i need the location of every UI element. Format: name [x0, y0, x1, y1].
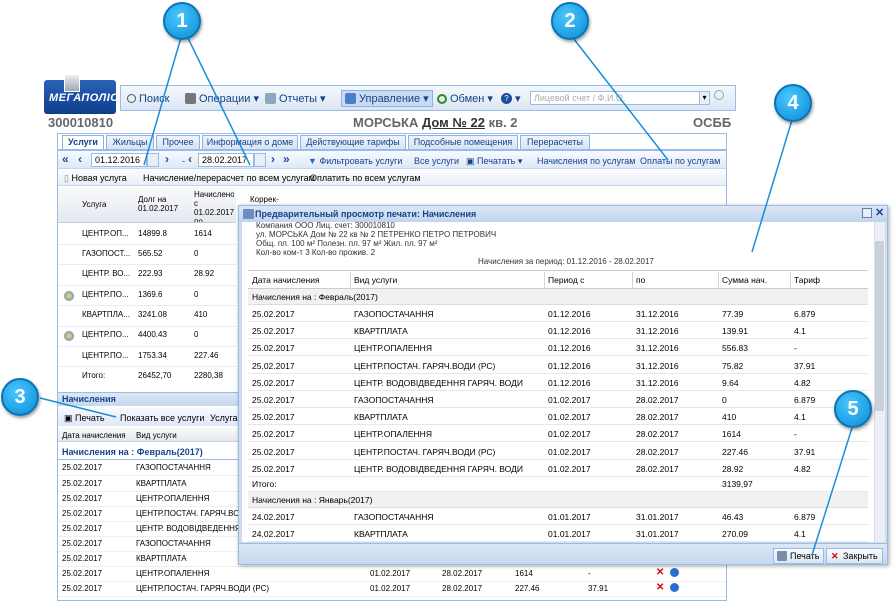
reports-icon	[265, 93, 276, 104]
tab-recalculations[interactable]: Перерасчеты	[520, 135, 590, 149]
tab-residents[interactable]: Жильцы	[106, 135, 154, 149]
address-title: МОРСЬКА Дом № 22 кв. 2	[353, 115, 518, 130]
filter-services-button[interactable]: ▼ Фильтровать услуги	[308, 156, 402, 166]
calendar-to-icon[interactable]	[254, 153, 266, 167]
table-row: 25.02.2017 ГАЗОПОСТАЧАННЯ 01.12.2016 31.12.…	[248, 305, 868, 322]
tab-house-info[interactable]: Информация о доме	[202, 135, 298, 149]
table-row: 25.02.2017 КВАРТПЛАТА 01.02.2017 28.02.2017…	[248, 408, 868, 426]
all-services-button[interactable]: Все услуги	[414, 156, 459, 166]
help-icon: ?	[501, 93, 512, 104]
building-icon	[64, 74, 80, 92]
services-grid-header: Услуга Долг на 01.02.2017 Начислено с 01…	[58, 187, 236, 223]
meter-icon	[64, 291, 74, 301]
document-icon: ▯	[64, 173, 69, 183]
preview-total-row: Итого: 3139,97	[248, 475, 868, 492]
table-row[interactable]: 25.02.2017 ЦЕНТР.ПОСТАЧ. ГАРЯЧ.ВОДИ (РС) 0…	[58, 582, 726, 597]
first-page-icon[interactable]: «	[62, 152, 69, 166]
info-icon[interactable]	[670, 568, 679, 577]
callout-2: 2	[551, 2, 589, 40]
prev-icon[interactable]: ‹	[78, 152, 82, 166]
tab-tariffs[interactable]: Действующие тарифы	[300, 135, 406, 149]
show-all-services-button[interactable]: Показать все услуги	[120, 413, 204, 423]
preview-print-button[interactable]: Печать	[773, 548, 825, 564]
close-icon[interactable]: ✕	[875, 206, 884, 219]
search-dropdown-arrow[interactable]: ▾	[699, 91, 710, 105]
table-row: 24.02.2017 КВАРТПЛАТА 01.01.2017 31.01.2017…	[248, 525, 868, 543]
close-icon: ✕	[831, 551, 839, 561]
search-go-icon[interactable]	[714, 90, 724, 100]
operations-menu[interactable]: Операции ▾	[185, 91, 259, 106]
printer-icon	[777, 551, 787, 561]
preview-group-row: Начисления на : Январь(2017)	[248, 492, 868, 508]
callout-3: 3	[1, 378, 39, 416]
charges-by-service-button[interactable]: Начисления по услугам	[537, 156, 635, 166]
next-icon-2[interactable]: ›	[271, 152, 275, 166]
date-to-input[interactable]: 28.02.2017	[198, 153, 254, 167]
new-service-button[interactable]: ▯ Новая услуга	[64, 173, 127, 184]
house-link[interactable]: Дом № 22	[422, 115, 485, 130]
operations-icon	[185, 93, 196, 104]
meter-icon	[64, 331, 74, 341]
tools-icon	[345, 93, 356, 104]
preview-group-row: Начисления на : Февраль(2017)	[248, 289, 868, 305]
delete-icon[interactable]: ✕	[656, 567, 664, 578]
charges-print-button[interactable]: ▣ Печать	[64, 413, 105, 424]
app-logo: МЕГАПОЛІС	[44, 74, 118, 114]
tab-services[interactable]: Услуги	[62, 135, 104, 150]
callout-4: 4	[774, 84, 812, 122]
print-menu-button[interactable]: ▣ Печатать ▾	[466, 156, 522, 167]
callout-1: 1	[163, 2, 201, 40]
help-menu[interactable]: ? ▾	[501, 91, 521, 106]
table-row: 25.02.2017 ЦЕНТР.ОПАЛЕННЯ 01.12.2016 31.12.…	[248, 339, 868, 357]
printer-icon: ▣	[466, 156, 475, 166]
table-row: 24.02.2017 ГАЗОПОСТАЧАННЯ 01.01.2017 31.01.…	[248, 508, 868, 525]
preview-table-header: Дата начисления Вид услуги Период с по С…	[248, 270, 868, 289]
charge-all-button[interactable]: Начисление/перерасчет по всем услугам	[143, 173, 315, 183]
preview-close-button[interactable]: ✕ Закрыть	[826, 548, 883, 564]
search-icon	[127, 94, 136, 103]
exchange-menu[interactable]: Обмен ▾	[437, 91, 493, 106]
delete-icon[interactable]: ✕	[656, 582, 664, 593]
reports-menu[interactable]: Отчеты ▾	[265, 91, 326, 106]
printer-icon: ▣	[64, 413, 73, 423]
table-row: 25.02.2017 ЦЕНТР.ПОСТАЧ. ГАРЯЧ.ВОДИ (РС) 0…	[248, 443, 868, 460]
table-row: 25.02.2017 ЦЕНТР.ПОСТАЧ. ГАРЯЧ.ВОДИ (РС) 0…	[248, 357, 868, 374]
printer-icon	[243, 209, 254, 219]
scroll-thumb[interactable]	[875, 241, 884, 411]
calendar-from-icon[interactable]	[147, 153, 159, 167]
next-icon[interactable]: ›	[165, 152, 169, 166]
table-row[interactable]: 25.02.2017 ЦЕНТР.ОПАЛЕННЯ 01.02.2017 28.02.…	[58, 567, 726, 582]
callout-5: 5	[834, 390, 872, 428]
management-menu[interactable]: Управление ▾	[341, 90, 433, 107]
maximize-icon[interactable]	[862, 208, 872, 218]
table-row: 25.02.2017 ГАЗОПОСТАЧАННЯ 01.02.2017 28.02.…	[248, 391, 868, 408]
date-from-input[interactable]: 01.12.2016	[91, 153, 147, 167]
table-row: 25.02.2017 ЦЕНТР. ВОДОВІДВЕДЕННЯ ГАРЯЧ. В…	[248, 374, 868, 391]
tab-other[interactable]: Прочее	[156, 135, 200, 149]
search-menu[interactable]: Поиск	[127, 91, 169, 106]
filter-icon: ▼	[308, 156, 317, 166]
prev-icon-2[interactable]: ‹	[188, 152, 192, 166]
payments-by-service-button[interactable]: Оплаты по услугам	[640, 156, 720, 166]
tab-utility-rooms[interactable]: Подсобные помещения	[408, 135, 518, 149]
preview-title[interactable]: Предварительный просмотр печати: Начисле…	[239, 206, 887, 222]
account-search-input[interactable]: Лицевой счет / Ф.И.О.	[530, 91, 710, 105]
account-number: 300010810	[48, 115, 114, 130]
table-row: 25.02.2017 ЦЕНТР.ОПАЛЕННЯ 01.02.2017 28.02.…	[248, 425, 868, 443]
refresh-icon	[437, 93, 447, 104]
org-label: ОСББ	[693, 115, 732, 130]
pay-all-button[interactable]: Оплатить по всем услугам	[310, 173, 421, 183]
table-row: 25.02.2017 КВАРТПЛАТА 01.12.2016 31.12.2016…	[248, 322, 868, 340]
info-icon[interactable]	[670, 583, 679, 592]
last-page-icon[interactable]: »	[283, 152, 290, 166]
